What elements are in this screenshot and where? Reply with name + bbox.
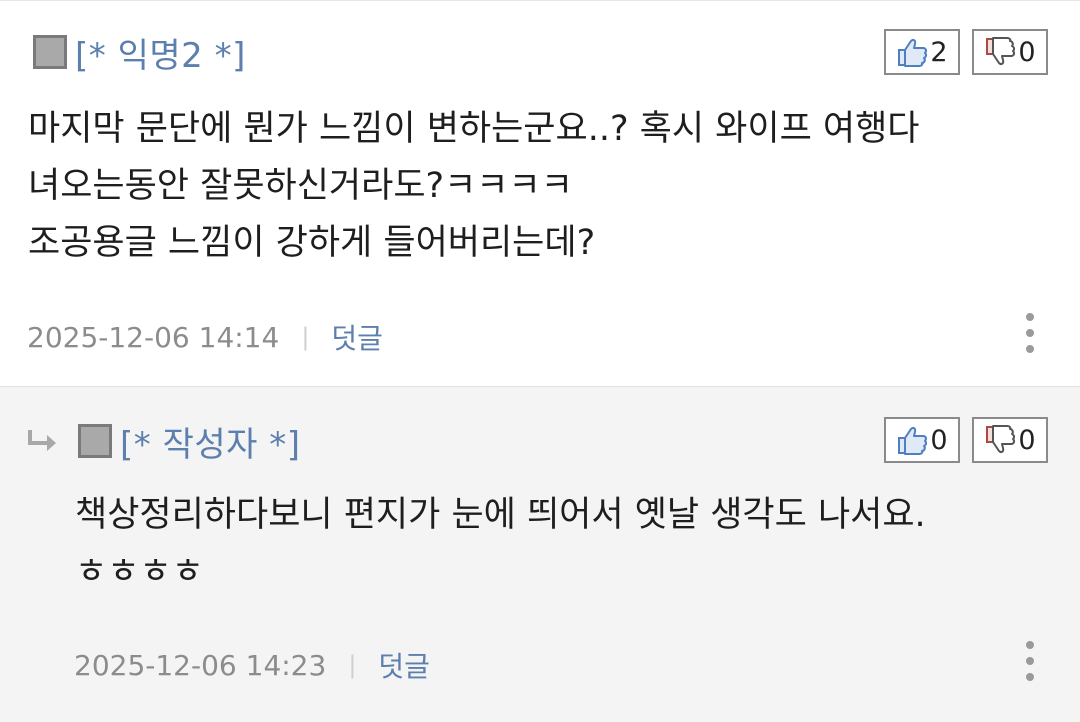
dislike-button[interactable]: 0 xyxy=(972,417,1048,463)
more-options-icon[interactable] xyxy=(1023,313,1037,353)
thumbs-up-icon xyxy=(898,39,928,67)
comment-item: [* 익명2 *] 2 0 마지막 문단에 뭔가 느낌이 변하는군요..? 혹시… xyxy=(0,1,1080,386)
author-name[interactable]: [* 작성자 *] xyxy=(120,417,300,466)
comment-body-line: 책상정리하다보니 편지가 눈에 띄어서 옛날 생각도 나서요. xyxy=(75,495,926,535)
comment-body-line: 녀오는동안 잘못하신거라도?ㅋㅋㅋㅋ xyxy=(28,166,573,206)
comment-body-line: ㅎㅎㅎㅎ xyxy=(75,552,204,592)
comment-body-line: 조공용글 느낌이 강하게 들어버리는데? xyxy=(28,223,596,263)
reply-arrow-icon xyxy=(26,428,60,454)
comment-meta: 2025-12-06 14:14 | 덧글 xyxy=(27,317,383,357)
dislike-button[interactable]: 0 xyxy=(972,29,1048,75)
meta-separator: | xyxy=(348,651,357,679)
dislike-count: 0 xyxy=(1018,36,1036,68)
author-name[interactable]: [* 익명2 *] xyxy=(75,28,246,77)
comment-author-row: [* 작성자 *] xyxy=(26,421,300,465)
thumbs-down-icon xyxy=(986,425,1016,453)
like-count: 2 xyxy=(930,36,948,68)
avatar-icon xyxy=(33,35,67,69)
vote-buttons: 2 0 xyxy=(884,29,1048,75)
avatar-icon xyxy=(78,424,112,458)
reply-link[interactable]: 덧글 xyxy=(378,645,430,685)
thumbs-up-icon xyxy=(898,427,928,455)
more-options-icon[interactable] xyxy=(1023,641,1037,681)
like-count: 0 xyxy=(930,424,948,456)
reply-link[interactable]: 덧글 xyxy=(331,317,383,357)
comment-author-row: [* 익명2 *] xyxy=(33,32,246,76)
comment-body: 책상정리하다보니 편지가 눈에 띄어서 옛날 생각도 나서요. ㅎㅎㅎㅎ xyxy=(75,487,926,601)
comment-body: 마지막 문단에 뭔가 느낌이 변하는군요..? 혹시 와이프 여행다 녀오는동안… xyxy=(28,101,920,272)
comment-body-line: 마지막 문단에 뭔가 느낌이 변하는군요..? 혹시 와이프 여행다 xyxy=(28,109,920,149)
comment-timestamp: 2025-12-06 14:14 xyxy=(27,320,280,354)
like-button[interactable]: 0 xyxy=(884,417,960,463)
meta-separator: | xyxy=(301,323,310,351)
comment-meta: 2025-12-06 14:23 | 덧글 xyxy=(74,645,430,685)
thumbs-down-icon xyxy=(986,37,1016,65)
vote-buttons: 0 0 xyxy=(884,417,1048,463)
comment-list: [* 익명2 *] 2 0 마지막 문단에 뭔가 느낌이 변하는군요..? 혹시… xyxy=(0,0,1080,722)
dislike-count: 0 xyxy=(1018,424,1036,456)
comment-timestamp: 2025-12-06 14:23 xyxy=(74,648,327,682)
like-button[interactable]: 2 xyxy=(884,29,960,75)
reply-comment-item: [* 작성자 *] 0 0 책상정리하다보니 편지가 눈에 띄어서 옛날 생각도… xyxy=(0,386,1080,722)
